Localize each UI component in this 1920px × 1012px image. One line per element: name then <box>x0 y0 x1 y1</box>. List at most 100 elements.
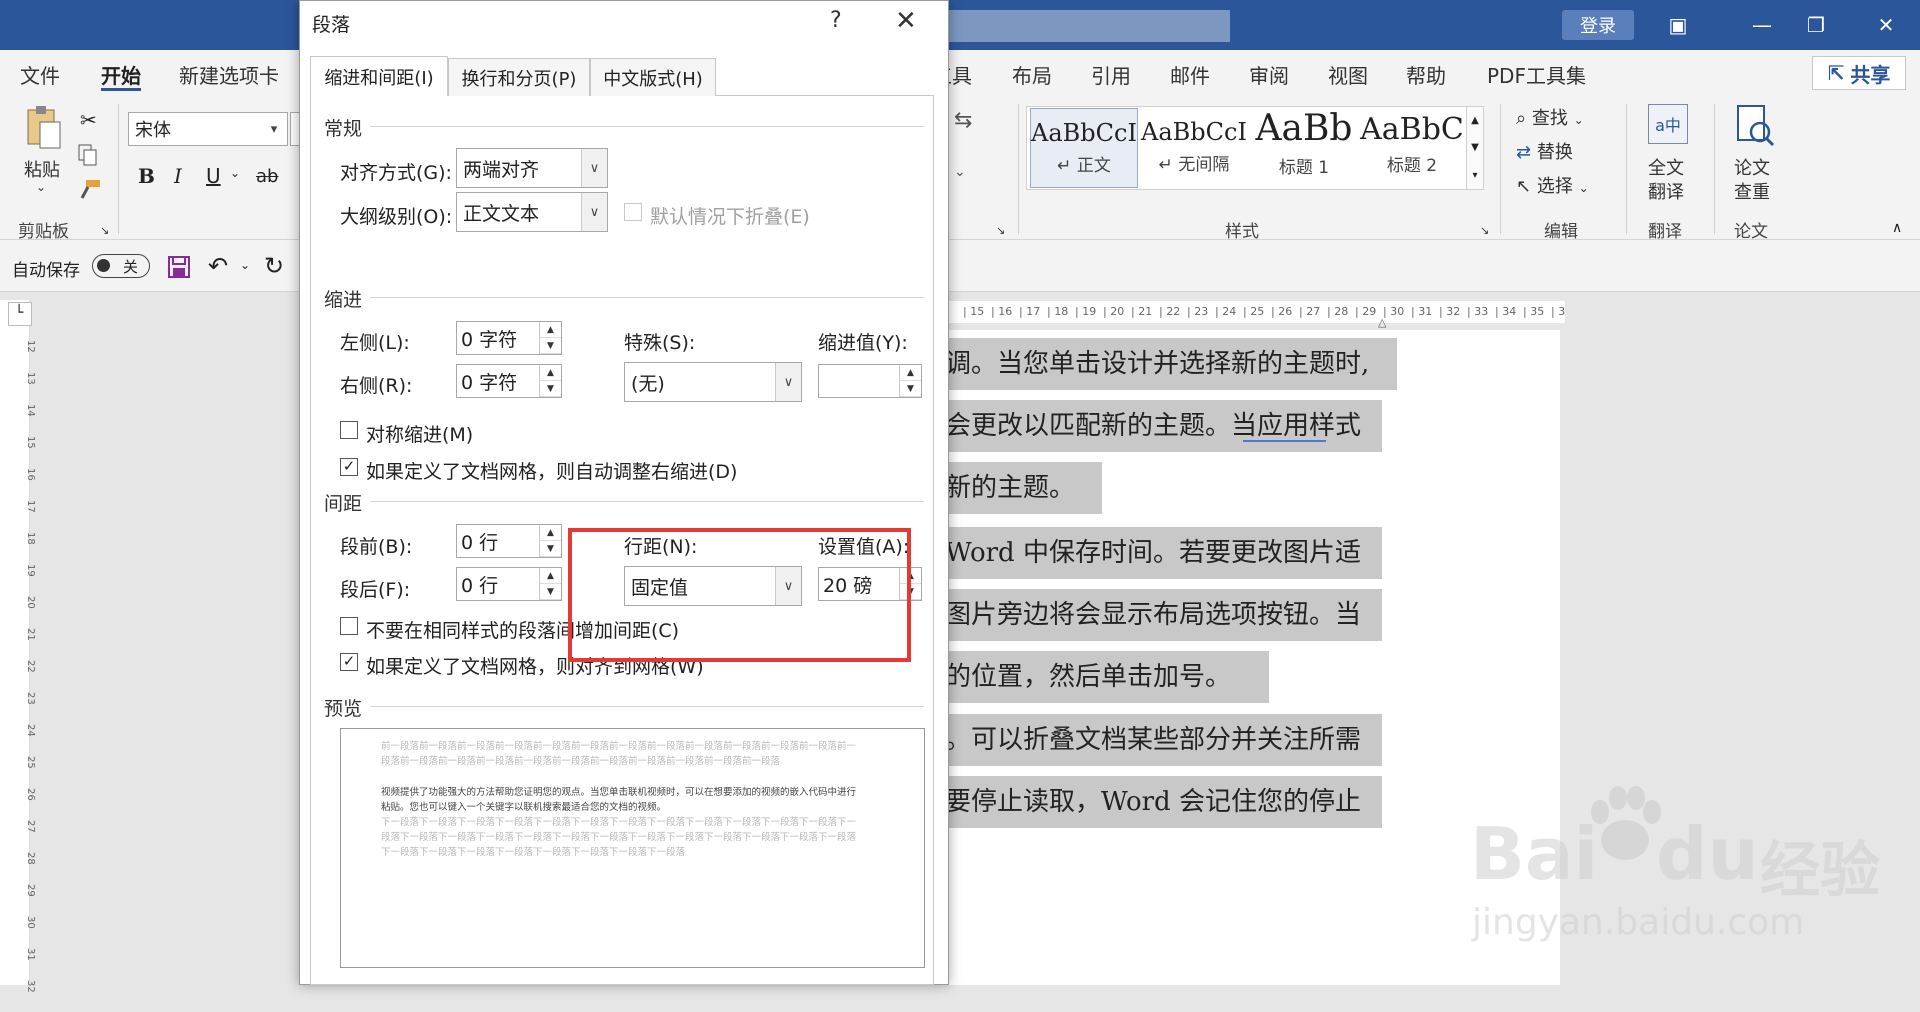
minimize-icon[interactable]: — <box>1742 8 1782 42</box>
space-after-spinner[interactable]: 0 行 ▲ ▼ <box>456 567 562 601</box>
styles-scroll[interactable]: ▲ ▼ ▾ <box>1466 106 1484 190</box>
snap-to-grid-checkbox[interactable]: ✓ <box>340 653 358 671</box>
doc-line[interactable]: 的位置，然后单击加号。 <box>945 651 1269 703</box>
tab-selector[interactable]: └ <box>8 302 32 326</box>
paper-label-1[interactable]: 论文 <box>1734 154 1770 180</box>
paper-label-2[interactable]: 查重 <box>1734 178 1770 204</box>
translate-icon[interactable]: a中 <box>1648 104 1688 144</box>
tab-new[interactable]: 新建选项卡 <box>179 60 279 90</box>
paragraph-launcher-icon[interactable]: ↘ <box>996 224 1005 237</box>
show-marks-icon[interactable]: ⇆ <box>954 108 972 133</box>
spin-up-icon[interactable]: ▲ <box>900 365 921 381</box>
tab-asian-typography[interactable]: 中文版式(H) <box>590 58 716 96</box>
doc-line[interactable]: 图片旁边将会显示布局选项按钮。当 <box>945 589 1382 641</box>
paper-check-icon[interactable] <box>1734 104 1776 148</box>
paste-icon[interactable] <box>24 104 64 152</box>
cut-icon[interactable]: ✂ <box>80 108 97 132</box>
doc-line[interactable]: 会更改以匹配新的主题。当应用样式 <box>945 400 1382 452</box>
doc-line[interactable]: 要停止读取，Word 会记住您的停止 <box>945 776 1382 828</box>
expand-gallery-icon[interactable]: ▾ <box>1472 170 1477 181</box>
tab-mailings[interactable]: 邮件 <box>1170 60 1210 90</box>
indent-by-spinner[interactable]: ▲ ▼ <box>818 364 922 398</box>
chevron-down-icon[interactable]: ∨ <box>581 149 607 187</box>
doc-line[interactable]: 调。当您单击设计并选择新的主题时, <box>945 338 1397 390</box>
tab-indents-spacing[interactable]: 缩进和间距(I) <box>310 56 448 96</box>
close-window-icon[interactable]: ✕ <box>1866 8 1906 42</box>
restore-icon[interactable]: ❐ <box>1796 8 1836 42</box>
chevron-down-icon[interactable]: ∨ <box>581 193 607 231</box>
help-button[interactable]: ? <box>830 8 842 33</box>
spin-down-icon[interactable]: ▼ <box>900 381 921 397</box>
autosave-toggle[interactable]: 关 <box>92 254 150 278</box>
style-heading-1[interactable]: AaBb 标题 1 <box>1250 108 1358 188</box>
collapse-default-checkbox[interactable] <box>624 203 642 221</box>
italic-button[interactable]: I <box>174 164 182 188</box>
underline-button[interactable]: U <box>206 164 221 188</box>
spin-up-icon[interactable]: ▲ <box>540 322 561 338</box>
chevron-up-icon[interactable]: ▲ <box>1471 115 1479 126</box>
find-button[interactable]: ⌕ 查找 ⌄ <box>1516 104 1584 130</box>
format-painter-icon[interactable] <box>78 178 102 200</box>
mirror-indents-checkbox[interactable] <box>340 421 358 439</box>
chevron-down-icon[interactable]: ▼ <box>1471 142 1479 153</box>
title-search-box[interactable] <box>940 10 1230 42</box>
redo-icon[interactable]: ↻ <box>264 252 284 280</box>
underline-dropdown-icon[interactable]: ⌄ <box>230 166 240 180</box>
tab-review[interactable]: 审阅 <box>1249 60 1289 90</box>
auto-adjust-indent-checkbox[interactable]: ✓ <box>340 458 358 476</box>
style-sample: AaBb <box>1255 108 1353 149</box>
translate-label-2[interactable]: 翻译 <box>1648 178 1684 204</box>
login-button[interactable]: 登录 <box>1562 10 1634 40</box>
spin-up-icon[interactable]: ▲ <box>540 525 561 541</box>
special-select[interactable]: (无) ∨ <box>624 362 802 402</box>
right-indent-marker-icon[interactable]: △ <box>1378 316 1386 329</box>
tab-references[interactable]: 引用 <box>1091 60 1131 90</box>
chevron-down-icon[interactable]: ▾ <box>261 113 287 145</box>
strikethrough-button[interactable]: ab <box>256 166 278 187</box>
bold-button[interactable]: B <box>138 164 155 188</box>
doc-line[interactable]: Word 中保存时间。若要更改图片适 <box>945 527 1382 579</box>
tab-layout[interactable]: 布局 <box>1012 60 1052 90</box>
spin-down-icon[interactable]: ▼ <box>540 338 561 354</box>
tab-home[interactable]: 开始 <box>101 60 141 90</box>
indent-right-spinner[interactable]: 0 字符 ▲ ▼ <box>456 364 562 398</box>
outline-level-select[interactable]: 正文文本 ∨ <box>456 192 608 232</box>
doc-line[interactable]: 。可以折叠文档某些部分并关注所需 <box>945 714 1382 766</box>
select-button[interactable]: ↖ 选择 ⌄ <box>1516 172 1589 198</box>
spin-up-icon[interactable]: ▲ <box>540 365 561 381</box>
indent-left-spinner[interactable]: 0 字符 ▲ ▼ <box>456 321 562 355</box>
spin-down-icon[interactable]: ▼ <box>540 541 561 557</box>
paste-dropdown-icon[interactable]: ⌄ <box>36 180 46 194</box>
styles-launcher-icon[interactable]: ↘ <box>1480 224 1489 237</box>
replace-button[interactable]: ⇄ 替换 <box>1516 138 1573 164</box>
style-heading-2[interactable]: AaBbC 标题 2 <box>1358 108 1466 188</box>
alignment-select[interactable]: 两端对齐 ∨ <box>456 148 608 188</box>
translate-label-1[interactable]: 全文 <box>1648 154 1684 180</box>
undo-icon[interactable]: ↶ <box>208 252 228 280</box>
tab-file[interactable]: 文件 <box>20 60 60 90</box>
tab-help[interactable]: 帮助 <box>1406 60 1446 90</box>
style-no-spacing[interactable]: AaBbCcI ↵ 无间隔 <box>1140 108 1248 188</box>
undo-dropdown-icon[interactable]: ⌄ <box>240 258 250 272</box>
font-name-combo[interactable]: 宋体 ▾ <box>128 112 288 146</box>
spin-down-icon[interactable]: ▼ <box>540 584 561 600</box>
tab-line-page-breaks[interactable]: 换行和分页(P) <box>448 58 590 96</box>
spin-up-icon[interactable]: ▲ <box>540 568 561 584</box>
space-before-spinner[interactable]: 0 行 ▲ ▼ <box>456 524 562 558</box>
no-space-same-style-checkbox[interactable] <box>340 617 358 635</box>
doc-line[interactable]: 新的主题。 <box>945 462 1102 514</box>
ribbon-display-icon[interactable]: ▣ <box>1658 8 1698 42</box>
share-button[interactable]: ⇱ 共享 <box>1812 56 1906 90</box>
copy-icon[interactable] <box>78 144 98 166</box>
tab-pdf-tools[interactable]: PDF工具集 <box>1487 60 1586 90</box>
paste-label[interactable]: 粘贴 <box>24 156 60 182</box>
style-normal[interactable]: AaBbCcI ↵ 正文 <box>1030 108 1138 188</box>
save-icon[interactable] <box>168 256 190 278</box>
clipboard-launcher-icon[interactable]: ↘ <box>100 224 109 237</box>
close-icon[interactable]: ✕ <box>895 6 917 36</box>
collapse-ribbon-icon[interactable]: ∧ <box>1892 220 1902 236</box>
paragraph-dropdown-icon[interactable]: ⌄ <box>954 164 966 180</box>
chevron-down-icon[interactable]: ∨ <box>775 363 801 401</box>
spin-down-icon[interactable]: ▼ <box>540 381 561 397</box>
tab-view[interactable]: 视图 <box>1328 60 1368 90</box>
